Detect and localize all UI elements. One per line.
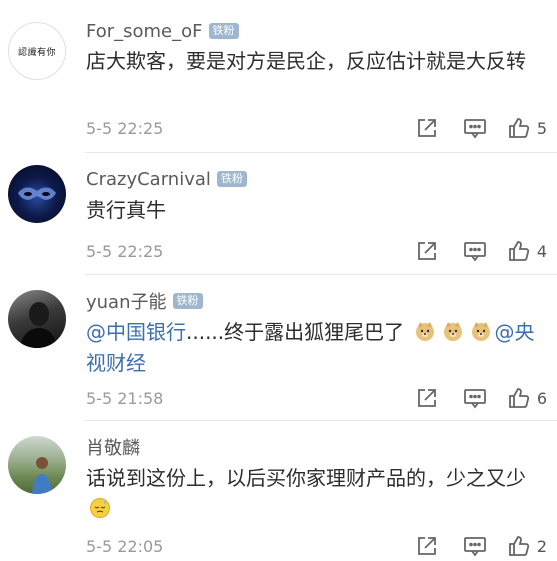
username[interactable]: CrazyCarnival [86, 169, 211, 190]
comment-item: 肖敬麟 话说到这份上，以后买你家理财产品的，少之又少 5-5 22:05 2 [0, 421, 557, 561]
comment-text-body: ......终于露出狐狸尾巴了 [186, 320, 405, 344]
share-icon[interactable] [415, 239, 439, 263]
like-button[interactable]: 4 [507, 239, 547, 263]
comment-icon[interactable] [463, 116, 487, 140]
avatar-logo-text: 認識有你 [17, 47, 56, 58]
thumbs-up-icon [508, 241, 529, 261]
comment-text: 话说到这份上，以后买你家理财产品的，少之又少 [86, 463, 541, 525]
avatar[interactable] [8, 165, 66, 223]
like-count: 2 [536, 536, 547, 556]
like-count: 6 [536, 388, 547, 408]
share-icon[interactable] [415, 386, 439, 410]
fan-badge: 铁粉 [172, 293, 203, 309]
mention-link[interactable]: @中国银行 [86, 320, 186, 344]
person-icon [20, 302, 57, 348]
comment-text: @中国银行......终于露出狐狸尾巴了 @央视财经 [86, 317, 541, 379]
like-button[interactable]: 2 [507, 534, 547, 558]
avatar[interactable]: 認識有你 [8, 22, 66, 80]
like-button[interactable]: 6 [507, 386, 547, 410]
comment-item: 認識有你 For_some_oF 铁粉 店大欺客，要是对方是民企，反应估计就是大… [0, 0, 557, 152]
comment-icon[interactable] [463, 386, 487, 410]
comment-text-body: 话说到这份上，以后买你家理财产品的，少之又少 [86, 466, 526, 490]
comment-item: CrazyCarnival 铁粉 贵行真牛 5-5 22:25 4 [0, 153, 557, 274]
avatar[interactable] [8, 436, 66, 494]
username[interactable]: 肖敬麟 [86, 434, 140, 460]
comment-text: 贵行真牛 [86, 198, 166, 222]
mask-icon [18, 187, 56, 200]
comment-text: 店大欺客，要是对方是民企，反应估计就是大反转 [86, 49, 526, 73]
share-icon[interactable] [415, 116, 439, 140]
doge-emoji-icon [442, 320, 464, 342]
doge-emoji-icon [414, 320, 436, 342]
comment-icon[interactable] [463, 239, 487, 263]
like-button[interactable]: 5 [507, 116, 547, 140]
fan-badge: 铁粉 [208, 23, 239, 39]
timestamp: 5-5 22:25 [86, 241, 164, 261]
person-icon [32, 457, 52, 494]
like-count: 5 [536, 118, 547, 138]
sweat-emoji-icon [89, 497, 111, 519]
thumbs-up-icon [508, 118, 529, 138]
like-count: 4 [536, 241, 547, 261]
thumbs-up-icon [508, 388, 529, 408]
username[interactable]: For_some_oF [86, 21, 203, 42]
timestamp: 5-5 21:58 [86, 388, 164, 408]
comment-icon[interactable] [463, 534, 487, 558]
avatar[interactable] [8, 290, 66, 348]
fan-badge: 铁粉 [216, 171, 247, 187]
share-icon[interactable] [415, 534, 439, 558]
thumbs-up-icon [508, 536, 529, 556]
timestamp: 5-5 22:25 [86, 118, 164, 138]
doge-emoji-icon [470, 320, 492, 342]
comment-item: yuan子能 铁粉 @中国银行......终于露出狐狸尾巴了 @央视财经 5-5… [0, 275, 557, 420]
timestamp: 5-5 22:05 [86, 536, 164, 556]
username[interactable]: yuan子能 [86, 288, 167, 314]
